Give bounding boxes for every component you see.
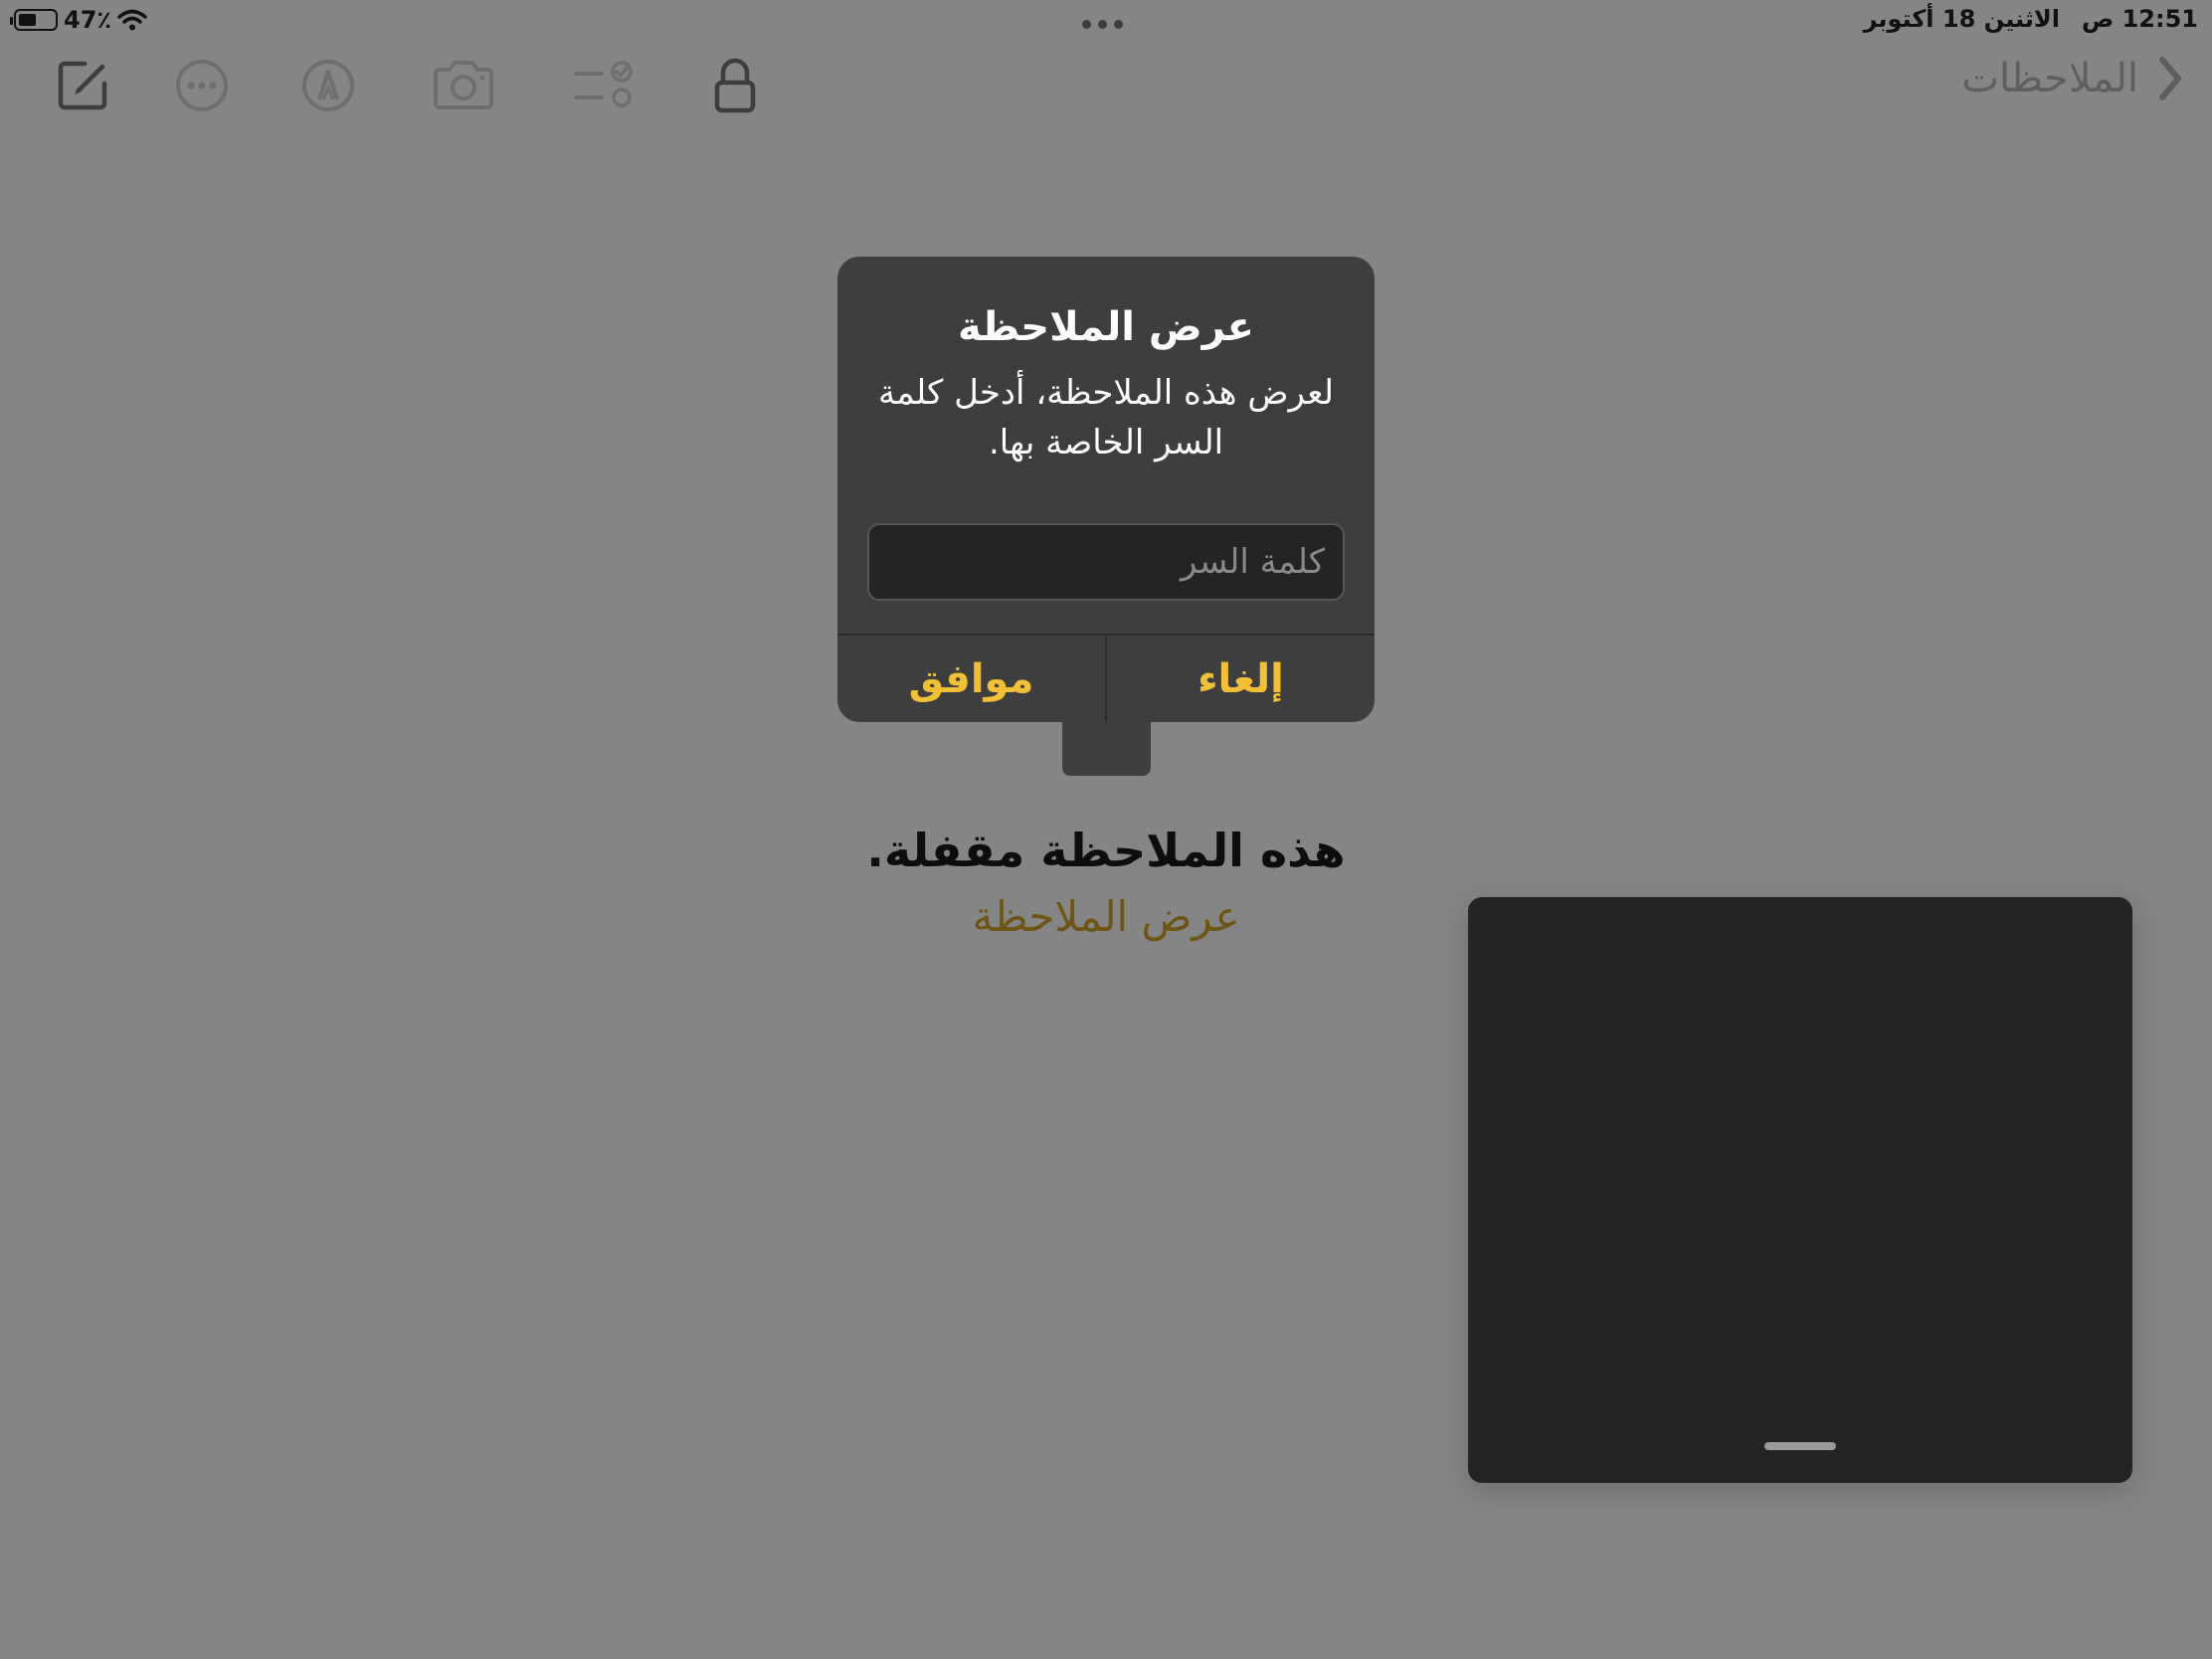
dialog-title: عرض الملاحظة: [958, 304, 1254, 350]
status-date: الاثنين 18 أكتوبر: [1863, 5, 2060, 33]
multitasking-dots-icon[interactable]: [1082, 20, 1123, 29]
ok-button[interactable]: موافق: [837, 636, 1105, 722]
floating-keyboard[interactable]: [1468, 897, 2132, 1483]
status-left: 47٪: [10, 6, 147, 34]
back-label: الملاحظات: [1961, 56, 2138, 101]
more-icon[interactable]: [174, 58, 230, 113]
status-time: 12:51 ص: [2081, 5, 2198, 33]
markup-icon[interactable]: [300, 58, 356, 113]
wifi-icon: [117, 9, 147, 31]
keyboard-grabber[interactable]: [1764, 1442, 1836, 1450]
password-field[interactable]: [867, 523, 1345, 601]
locked-note-title: هذه الملاحظة مقفلة.: [866, 824, 1346, 877]
compose-icon[interactable]: [55, 58, 110, 113]
checklist-icon[interactable]: [572, 58, 636, 113]
cancel-button[interactable]: إلغاء: [1107, 636, 1375, 722]
back-button[interactable]: الملاحظات: [1961, 56, 2182, 101]
battery-icon: [10, 9, 58, 31]
status-right: 12:51 ص الاثنين 18 أكتوبر: [1864, 5, 2198, 33]
camera-icon[interactable]: [429, 58, 498, 113]
lock-icon[interactable]: [707, 58, 763, 113]
chevron-right-icon: [2159, 57, 2181, 100]
battery-percent: 47٪: [64, 6, 112, 34]
password-dialog: عرض الملاحظة لعرض هذه الملاحظة، أدخل كلم…: [837, 257, 1375, 722]
status-bar: 47٪ 12:51 ص الاثنين 18 أكتوبر: [0, 0, 2212, 40]
dialog-message: لعرض هذه الملاحظة، أدخل كلمة السر الخاصة…: [878, 373, 1334, 462]
